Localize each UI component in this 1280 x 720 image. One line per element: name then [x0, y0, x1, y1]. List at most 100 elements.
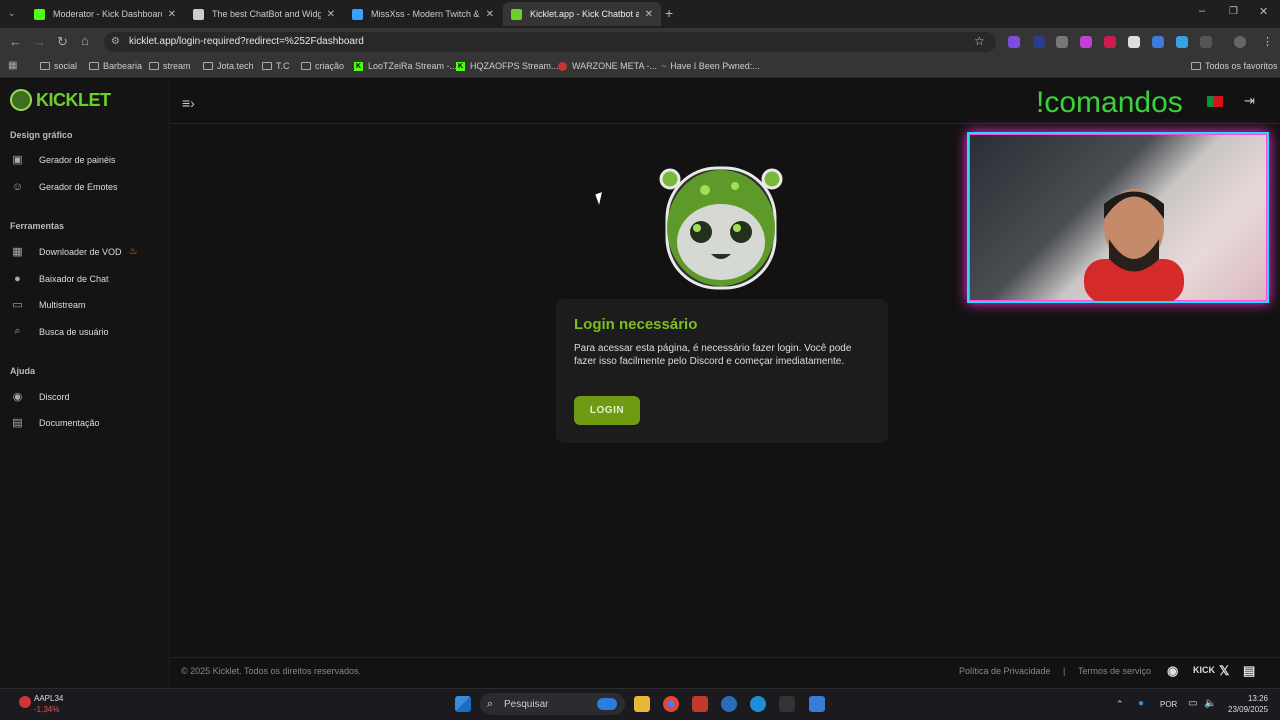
profile-avatar[interactable] — [1234, 36, 1246, 48]
close-window-icon[interactable]: ✕ — [1259, 5, 1268, 18]
edge-icon[interactable] — [750, 696, 766, 712]
close-tab-icon[interactable]: ✕ — [321, 9, 335, 20]
folder-icon — [203, 62, 213, 70]
bookmark-item[interactable]: Jota.tech — [203, 61, 254, 71]
taskbar-clock[interactable]: 13:26 23/09/2025 — [1228, 693, 1268, 715]
kicklet-logo[interactable]: KICKLET — [10, 89, 111, 111]
bookmark-item[interactable]: K HQZAOFPS Stream... — [456, 61, 559, 71]
file-explorer-icon[interactable] — [634, 696, 650, 712]
forward-icon[interactable]: → — [33, 34, 46, 49]
app-icon[interactable] — [692, 696, 708, 712]
tray-chevron-icon[interactable]: ⌃ — [1116, 699, 1124, 710]
home-icon[interactable]: ⌂ — [81, 33, 89, 48]
extension-icon[interactable] — [1033, 36, 1045, 48]
x-icon[interactable]: 𝕏 — [1219, 663, 1229, 679]
volume-icon[interactable]: 🔈 — [1204, 698, 1216, 709]
language-indicator[interactable]: POR — [1160, 700, 1177, 709]
bookmark-item[interactable]: T.C — [262, 61, 290, 71]
mascot-icon — [10, 89, 32, 111]
back-icon[interactable]: ← — [9, 34, 22, 49]
translate-icon[interactable] — [1152, 36, 1164, 48]
extension-icon[interactable] — [1128, 36, 1140, 48]
close-tab-icon[interactable]: ✕ — [480, 9, 494, 20]
discord-icon: ◉ — [12, 391, 23, 403]
extension-icon[interactable] — [1104, 36, 1116, 48]
privacy-link[interactable]: Política de Privacidade — [959, 666, 1051, 676]
sidebar-item[interactable]: ⌕ Busca de usuário — [10, 325, 108, 338]
sidebar-item[interactable]: ☺ Gerador de Emotes — [10, 180, 118, 193]
bookmark-item[interactable]: Barbearia — [89, 61, 142, 71]
sidebar-item[interactable]: ● Baixador de Chat — [10, 272, 108, 285]
portugal-flag-icon — [1207, 96, 1223, 107]
network-icon[interactable]: ▭ — [1188, 698, 1197, 709]
folder-icon — [301, 62, 311, 70]
stock-icon[interactable] — [19, 696, 31, 708]
app-icon[interactable] — [809, 696, 825, 712]
browser-tab[interactable]: Kicklet.app - Kick Chatbot and ✕ — [503, 2, 661, 26]
extensions-puzzle-icon[interactable] — [1200, 36, 1212, 48]
eyedropper-icon[interactable] — [1056, 36, 1068, 48]
document-icon[interactable]: ▤ — [1243, 663, 1255, 679]
sidebar-item[interactable]: ▣ Gerador de painéis — [10, 153, 115, 166]
bookmark-item[interactable]: criação — [301, 61, 344, 71]
bookmark-star-icon[interactable]: ☆ — [974, 34, 985, 48]
menu-dots-icon[interactable]: ⋮ — [1262, 35, 1273, 48]
chrome-icon[interactable] — [663, 696, 679, 712]
tab-title: Moderator - Kick Dashboard — [53, 9, 162, 19]
close-tab-icon[interactable]: ✕ — [639, 9, 653, 20]
browser-tab[interactable]: Moderator - Kick Dashboard ✕ — [26, 2, 184, 26]
tab-favicon-icon — [34, 8, 45, 20]
minimize-icon[interactable]: – — [1199, 5, 1205, 17]
folder-icon — [40, 62, 50, 70]
sidebar — [0, 81, 170, 687]
sidebar-item[interactable]: ◉ Discord — [10, 390, 70, 403]
folder-icon — [262, 62, 272, 70]
extension-icon[interactable] — [1008, 36, 1020, 48]
sidebar-item[interactable]: ▭ Multistream — [10, 298, 85, 311]
browser-tab[interactable]: MissXss - Modern Twitch & Ki ✕ — [344, 2, 502, 26]
sidebar-item[interactable]: ▤ Documentação — [10, 416, 99, 429]
reload-icon[interactable]: ↻ — [57, 34, 68, 50]
bookmark-item[interactable]: stream — [149, 61, 191, 71]
sidebar-section-title: Ferramentas — [10, 221, 65, 231]
comandos-overlay: !comandos — [1036, 86, 1183, 119]
all-bookmarks[interactable]: Todos os favoritos — [1191, 61, 1278, 71]
login-icon[interactable]: ⇥ — [1244, 93, 1255, 109]
bookmark-item[interactable]: K LooTZeiRa Stream -... — [354, 61, 457, 71]
extension-icon[interactable] — [1080, 36, 1092, 48]
windows-start-icon[interactable] — [455, 696, 471, 712]
sidebar-item[interactable]: ▦ Downloader de VOD ♨ — [10, 245, 137, 258]
restore-icon[interactable]: ❐ — [1229, 6, 1238, 17]
bookmark-item[interactable]: social — [40, 61, 77, 71]
tab-favicon-icon — [352, 8, 363, 20]
download-icon[interactable] — [1176, 36, 1188, 48]
site-info-icon[interactable]: ⚙ — [111, 36, 120, 47]
robot-mascot-icon — [659, 166, 783, 290]
terms-link[interactable]: Termos de serviço — [1078, 666, 1151, 676]
apps-grid-icon[interactable]: ▦ — [8, 60, 17, 71]
tab-search-icon[interactable]: ⌄ — [8, 8, 16, 19]
footer-divider — [171, 657, 1280, 658]
menu-toggle-icon[interactable]: ≡› — [182, 95, 195, 111]
search-icon: ⌕ — [14, 325, 21, 337]
microphone-icon[interactable]: ● — [1138, 698, 1144, 709]
url-text[interactable]: kicklet.app/login-required?redirect=%252… — [129, 36, 364, 47]
new-tab-icon[interactable]: + — [665, 5, 673, 21]
tab-title: Kicklet.app - Kick Chatbot and — [530, 9, 639, 19]
kick-link[interactable]: KICK — [1193, 665, 1215, 675]
discord-icon[interactable]: ◉ — [1167, 663, 1178, 679]
app-icon[interactable] — [721, 696, 737, 712]
login-button[interactable]: LOGIN — [574, 396, 640, 425]
bookmark-item[interactable]: ~ Have I Been Pwned:... — [661, 61, 760, 71]
logo-text: KICKLET — [36, 89, 111, 110]
close-tab-icon[interactable]: ✕ — [162, 9, 176, 20]
stock-symbol[interactable]: AAPL34 — [34, 694, 63, 703]
browser-tab[interactable]: The best ChatBot and Widgets ✕ — [185, 2, 343, 26]
tab-favicon-icon — [511, 8, 522, 20]
search-highlight-icon — [597, 698, 617, 710]
bookmark-item[interactable]: WARZONE META -... — [558, 61, 657, 71]
film-icon: ▦ — [12, 246, 23, 258]
epic-games-icon[interactable] — [779, 696, 795, 712]
folder-icon — [1191, 62, 1201, 70]
search-icon: ⌕ — [487, 698, 494, 710]
